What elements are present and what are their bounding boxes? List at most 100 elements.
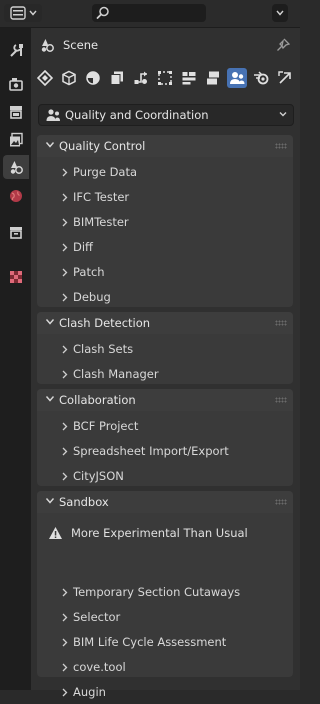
panel-header[interactable]: Collaboration bbox=[37, 389, 293, 411]
search-input[interactable] bbox=[92, 4, 206, 22]
ctx-tab-migrate[interactable] bbox=[275, 68, 295, 88]
subpanel-cove-tool[interactable]: cove.tool bbox=[37, 655, 293, 679]
bim-context-tabs bbox=[35, 68, 297, 92]
subpanel-clash-manager[interactable]: Clash Manager bbox=[37, 362, 293, 386]
context-label: Scene bbox=[63, 38, 99, 52]
tab-collection[interactable] bbox=[3, 220, 29, 244]
subpanel-lca[interactable]: BIM Life Cycle Assessment bbox=[37, 630, 293, 654]
ctx-tab-structural[interactable] bbox=[155, 68, 175, 88]
ctx-tab-geometry[interactable] bbox=[83, 68, 103, 88]
tab-output[interactable] bbox=[3, 100, 29, 124]
subpanel-section-cutaways[interactable]: Temporary Section Cutaways bbox=[37, 580, 293, 604]
panel-sandbox: Sandbox More Experimental Than Usual Tem… bbox=[37, 491, 293, 699]
subpanel-diff[interactable]: Diff bbox=[37, 235, 293, 259]
chevron-down-icon bbox=[276, 10, 284, 16]
ctx-tab-quality[interactable] bbox=[227, 68, 247, 88]
chevron-right-icon bbox=[62, 293, 68, 302]
drawings-icon bbox=[110, 71, 123, 85]
subpanel-label: Temporary Section Cutaways bbox=[73, 585, 241, 599]
ctx-tab-object[interactable] bbox=[59, 68, 79, 88]
panel-header[interactable]: Sandbox bbox=[37, 491, 293, 513]
panel-title: Quality Control bbox=[59, 139, 146, 153]
properties-editor-icon bbox=[9, 6, 26, 20]
chevron-right-icon bbox=[62, 422, 68, 431]
tab-render[interactable] bbox=[3, 72, 29, 96]
ctx-tab-schedule[interactable] bbox=[179, 68, 199, 88]
collection-icon bbox=[10, 227, 22, 239]
chevron-right-icon bbox=[62, 243, 68, 252]
subpanel-patch[interactable]: Patch bbox=[37, 260, 293, 284]
ctx-tab-services[interactable] bbox=[131, 68, 151, 88]
facility-icon bbox=[207, 71, 219, 85]
chevron-right-icon bbox=[62, 268, 68, 277]
chevron-down-icon bbox=[279, 112, 287, 117]
subpanel-purge-data[interactable]: Purge Data bbox=[37, 160, 293, 184]
tab-world[interactable] bbox=[3, 184, 29, 208]
drag-handle[interactable] bbox=[275, 397, 287, 403]
context-header: Scene bbox=[39, 36, 98, 54]
chevron-down-icon bbox=[45, 396, 55, 402]
drag-handle[interactable] bbox=[275, 143, 287, 149]
subpanel-augin[interactable]: Augin bbox=[37, 680, 293, 704]
pin-icon bbox=[277, 38, 291, 51]
panel-clash-detection: Clash Detection Clash Sets Clash Manager bbox=[37, 312, 293, 384]
panel-header[interactable]: Clash Detection bbox=[37, 312, 293, 334]
subpanel-bcf-project[interactable]: BCF Project bbox=[37, 414, 293, 438]
tab-view-layer[interactable] bbox=[3, 128, 29, 152]
properties-tab-bar bbox=[0, 28, 31, 690]
subpanel-ifc-tester[interactable]: IFC Tester bbox=[37, 185, 293, 209]
panel-title: Collaboration bbox=[59, 393, 136, 407]
subpanel-cityjson[interactable]: CityJSON bbox=[37, 464, 293, 488]
chevron-right-icon bbox=[62, 168, 68, 177]
ctx-tab-project[interactable] bbox=[35, 68, 55, 88]
subpanel-label: Selector bbox=[73, 610, 121, 624]
subpanel-selector[interactable]: Selector bbox=[37, 605, 293, 629]
render-icon bbox=[9, 78, 23, 91]
ctx-tab-blender[interactable] bbox=[251, 68, 271, 88]
tab-scene[interactable] bbox=[3, 155, 29, 179]
subpanel-label: Diff bbox=[73, 240, 93, 254]
chevron-right-icon bbox=[62, 588, 68, 597]
tab-texture[interactable] bbox=[3, 265, 29, 289]
geometry-icon bbox=[86, 71, 100, 85]
chevron-right-icon bbox=[62, 447, 68, 456]
subpanel-label: Debug bbox=[73, 290, 111, 304]
subpanel-spreadsheet[interactable]: Spreadsheet Import/Export bbox=[37, 439, 293, 463]
editor-type-button[interactable] bbox=[4, 4, 42, 22]
chevron-right-icon bbox=[62, 613, 68, 622]
quality-icon bbox=[46, 109, 60, 121]
panel-quality-control: Quality Control Purge Data IFC Tester BI… bbox=[37, 135, 293, 307]
view-layer-icon bbox=[10, 132, 23, 147]
quality-icon bbox=[230, 72, 245, 84]
project-icon bbox=[37, 70, 53, 86]
chevron-right-icon bbox=[62, 688, 68, 697]
subpanel-label: CityJSON bbox=[73, 469, 124, 483]
chevron-down-icon bbox=[45, 319, 55, 325]
drag-handle[interactable] bbox=[275, 499, 287, 505]
subpanel-bimtester[interactable]: BIMTester bbox=[37, 210, 293, 234]
chevron-right-icon bbox=[62, 638, 68, 647]
ctx-tab-facility[interactable] bbox=[203, 68, 223, 88]
scene-icon bbox=[10, 161, 23, 174]
subpanel-debug[interactable]: Debug bbox=[37, 285, 293, 309]
subpanel-clash-sets[interactable]: Clash Sets bbox=[37, 337, 293, 361]
drag-handle[interactable] bbox=[275, 320, 287, 326]
subpanel-label: BCF Project bbox=[73, 419, 139, 433]
panel-category-select[interactable]: Quality and Coordination bbox=[38, 104, 294, 126]
options-dropdown[interactable] bbox=[272, 4, 288, 22]
panel-title: Sandbox bbox=[59, 495, 109, 509]
ctx-tab-drawings[interactable] bbox=[107, 68, 127, 88]
chevron-right-icon bbox=[62, 663, 68, 672]
tab-tool[interactable] bbox=[3, 38, 29, 62]
chevron-right-icon bbox=[62, 472, 68, 481]
migrate-icon bbox=[278, 71, 291, 84]
world-icon bbox=[10, 190, 22, 202]
panel-title: Clash Detection bbox=[59, 316, 151, 330]
panel-header[interactable]: Quality Control bbox=[37, 135, 293, 157]
chevron-right-icon bbox=[62, 370, 68, 379]
pin-button[interactable] bbox=[276, 38, 291, 55]
experimental-warning: More Experimental Than Usual bbox=[37, 521, 293, 545]
properties-area: Scene Quality and Coordination Quality C… bbox=[31, 28, 300, 699]
panel-category-value: Quality and Coordination bbox=[65, 108, 209, 122]
panel-collaboration: Collaboration BCF Project Spreadsheet Im… bbox=[37, 389, 293, 486]
